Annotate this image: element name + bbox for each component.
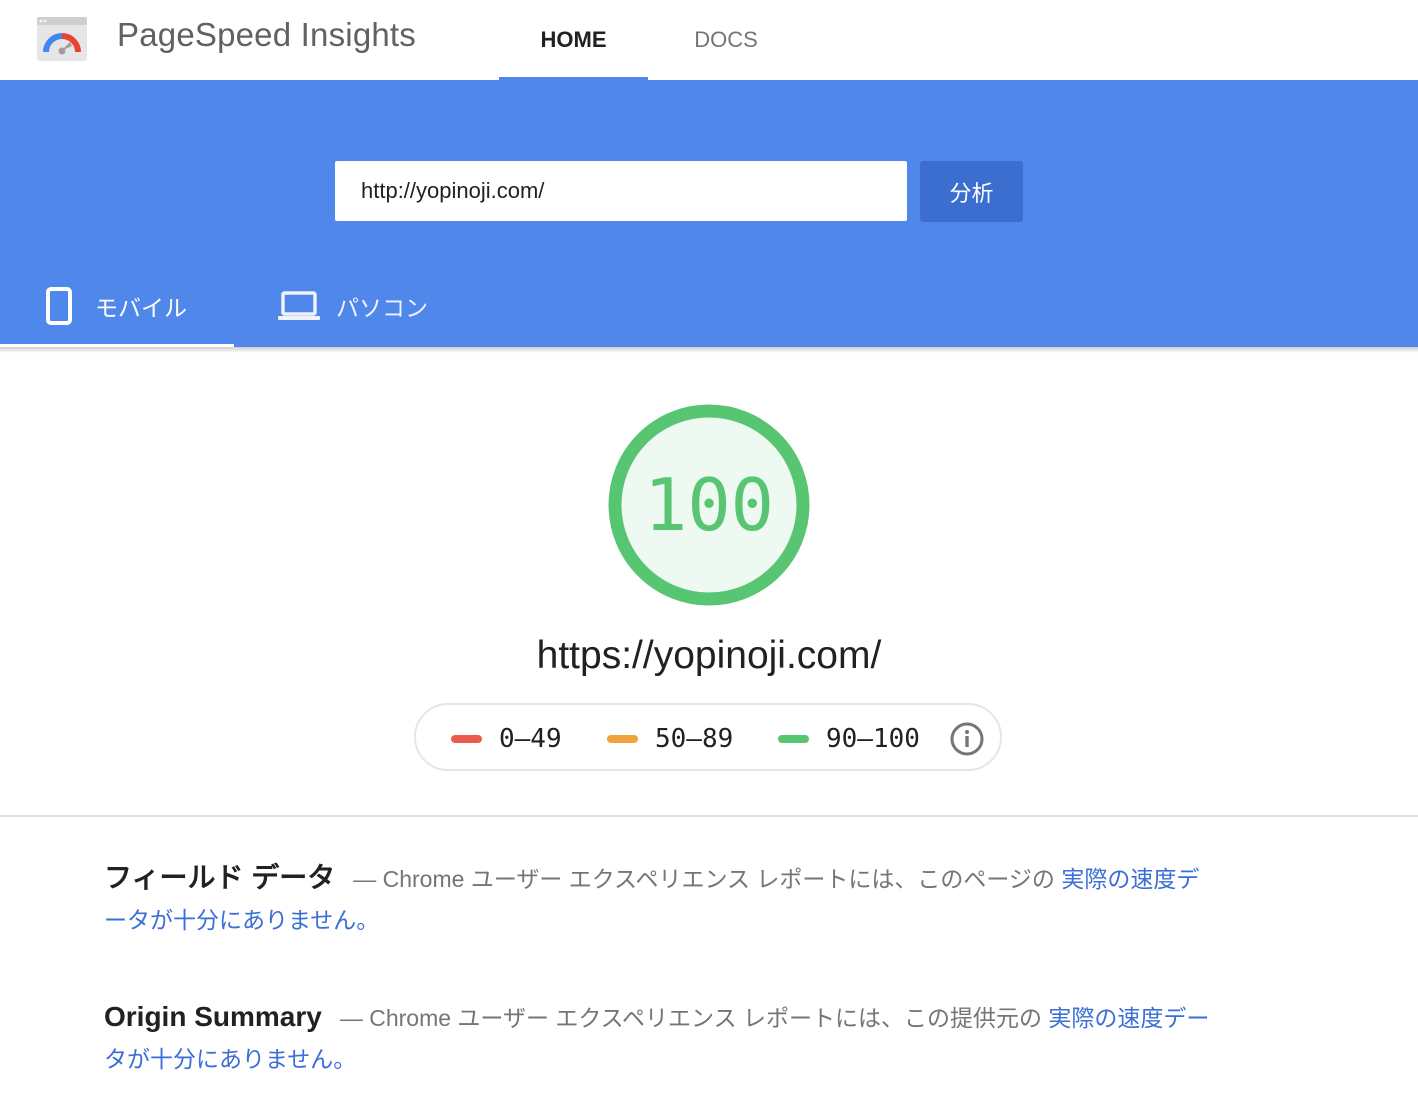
tab-mobile[interactable]: モバイル <box>0 264 234 347</box>
origin-summary-section: Origin Summary — Chrome ユーザー エクスペリエンス レポー… <box>104 996 1214 1080</box>
legend-item-poor: 0–49 <box>451 705 562 773</box>
field-data-title: フィールド データ <box>104 862 336 893</box>
pagespeed-logo-icon[interactable] <box>36 16 88 62</box>
nav-tab-docs[interactable]: DOCS <box>660 0 792 80</box>
origin-summary-title: Origin Summary <box>104 1001 322 1032</box>
legend-label-average: 50–89 <box>655 724 734 754</box>
legend-swatch-red <box>451 735 482 743</box>
section-divider <box>0 815 1418 817</box>
origin-summary-description: — Chrome ユーザー エクスペリエンス レポートには、この提供元の <box>339 1005 1042 1031</box>
band-shadow <box>0 347 1418 353</box>
legend-item-average: 50–89 <box>607 705 733 773</box>
tab-mobile-label: モバイル <box>95 294 187 321</box>
tested-url: https://yopinoji.com/ <box>536 634 882 677</box>
performance-score: 100 <box>643 463 775 547</box>
legend-label-good: 90–100 <box>826 724 920 754</box>
analyze-button[interactable]: 分析 <box>920 161 1023 222</box>
search-band: 分析 モバイル パソコン <box>0 80 1418 347</box>
legend-item-good: 90–100 <box>778 705 920 773</box>
info-icon[interactable] <box>950 722 984 756</box>
app-title: PageSpeed Insights <box>117 16 416 53</box>
tab-desktop-label: パソコン <box>336 294 428 321</box>
field-data-section: フィールド データ — Chrome ユーザー エクスペリエンス レポートには、こ… <box>104 857 1214 941</box>
smartphone-icon <box>46 286 72 325</box>
laptop-icon <box>278 290 320 321</box>
score-legend: 0–49 50–89 90–100 <box>414 703 1002 771</box>
nav-tab-home[interactable]: HOME <box>499 0 648 80</box>
legend-swatch-orange <box>607 735 638 743</box>
url-input[interactable] <box>335 161 907 221</box>
legend-swatch-green <box>778 735 809 743</box>
tab-desktop[interactable]: パソコン <box>262 264 462 347</box>
top-app-bar: PageSpeed Insights HOME DOCS <box>0 0 1418 80</box>
field-data-description: — Chrome ユーザー エクスペリエンス レポートには、このページの <box>353 866 1055 892</box>
legend-label-poor: 0–49 <box>499 724 562 754</box>
